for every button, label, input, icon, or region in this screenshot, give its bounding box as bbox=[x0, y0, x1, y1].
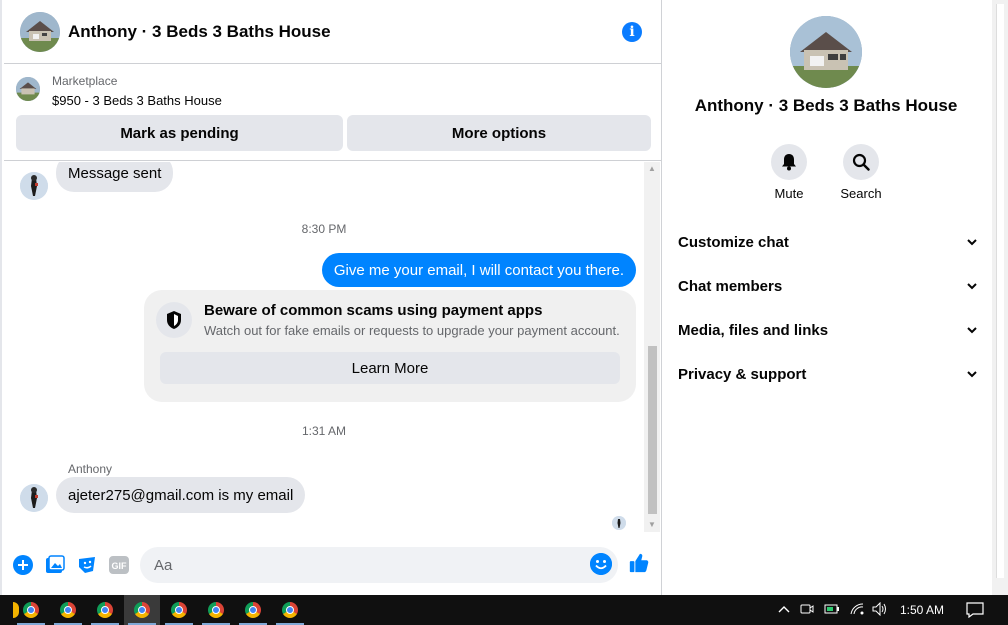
listing-title[interactable]: $950 - 3 Beds 3 Baths House bbox=[52, 93, 222, 108]
section-chat-members[interactable]: Chat members bbox=[678, 266, 978, 306]
section-privacy-support[interactable]: Privacy & support bbox=[678, 354, 978, 394]
like-icon[interactable] bbox=[628, 552, 650, 574]
gif-icon[interactable]: GIF bbox=[108, 554, 130, 576]
section-label: Chat members bbox=[678, 277, 783, 295]
chat-panel: Anthony · 3 Beds 3 Baths House i Marketp… bbox=[0, 0, 662, 595]
messenger-app: Anthony · 3 Beds 3 Baths House i Marketp… bbox=[0, 0, 1008, 595]
meet-now-icon[interactable] bbox=[800, 602, 814, 619]
section-label: Privacy & support bbox=[678, 365, 807, 383]
chevron-down-icon bbox=[967, 283, 977, 290]
section-label: Customize chat bbox=[678, 233, 789, 251]
message-thread: Message sent 8:30 PM Give me your email,… bbox=[4, 162, 644, 532]
section-customize-chat[interactable]: Customize chat bbox=[678, 222, 978, 262]
chat-title[interactable]: Anthony · 3 Beds 3 Baths House bbox=[68, 22, 331, 42]
message-composer: GIF bbox=[4, 540, 662, 590]
taskbar-chrome-8[interactable] bbox=[272, 595, 308, 625]
message-bubble-incoming[interactable]: ajeter275@gmail.com is my email bbox=[56, 477, 306, 513]
contact-avatar[interactable] bbox=[20, 172, 48, 200]
scroll-down-icon[interactable]: ▼ bbox=[648, 520, 656, 529]
scam-title: Beware of common scams using payment app… bbox=[204, 302, 543, 319]
chrome-icon bbox=[245, 602, 261, 618]
notification-icon[interactable] bbox=[966, 595, 984, 625]
chevron-down-icon bbox=[967, 327, 977, 334]
chevron-up-icon[interactable] bbox=[778, 603, 790, 617]
battery-icon[interactable] bbox=[824, 603, 840, 618]
marketplace-card: Marketplace $950 - 3 Beds 3 Baths House … bbox=[4, 65, 662, 161]
sender-name: Anthony bbox=[68, 462, 113, 476]
listing-thumbnail[interactable] bbox=[16, 77, 40, 101]
profile-picture[interactable] bbox=[790, 16, 862, 88]
thread-scrollbar[interactable]: ▲ ▼ bbox=[644, 162, 660, 532]
learn-more-button[interactable]: Learn More bbox=[160, 352, 620, 384]
search-icon bbox=[843, 144, 879, 180]
mark-pending-button[interactable]: Mark as pending bbox=[16, 115, 343, 151]
chrome-icon bbox=[134, 602, 150, 618]
taskbar-chrome-6[interactable] bbox=[198, 595, 234, 625]
photo-icon[interactable] bbox=[44, 554, 66, 576]
taskbar-chrome-5[interactable] bbox=[161, 595, 197, 625]
system-tray: 1:50 AM bbox=[778, 595, 944, 625]
page-scrollbar[interactable] bbox=[992, 0, 1008, 595]
conversation-info-panel: Anthony · 3 Beds 3 Baths House Mute Sear… bbox=[662, 0, 992, 595]
chat-header: Anthony · 3 Beds 3 Baths House i bbox=[4, 0, 662, 64]
taskbar-chrome-3[interactable] bbox=[87, 595, 123, 625]
mute-button[interactable]: Mute bbox=[759, 144, 819, 201]
profile-name: Anthony · 3 Beds 3 Baths House bbox=[694, 96, 958, 115]
chat-avatar[interactable] bbox=[20, 11, 60, 52]
taskbar-chrome-1[interactable] bbox=[13, 595, 49, 625]
timestamp: 1:31 AM bbox=[301, 424, 347, 438]
mute-label: Mute bbox=[774, 186, 804, 201]
wifi-icon[interactable] bbox=[850, 602, 864, 618]
message-bubble-outgoing[interactable]: Give me your email, I will contact you t… bbox=[321, 253, 636, 287]
info-icon[interactable]: i bbox=[622, 22, 642, 42]
marketplace-label: Marketplace bbox=[52, 74, 118, 88]
sticker-icon[interactable] bbox=[76, 554, 98, 576]
chrome-icon bbox=[60, 602, 76, 618]
shield-icon bbox=[156, 302, 192, 338]
scam-warning-card: Beware of common scams using payment app… bbox=[144, 290, 636, 402]
timestamp: 8:30 PM bbox=[301, 222, 347, 236]
emoji-icon[interactable] bbox=[590, 553, 612, 575]
chrome-icon bbox=[282, 602, 298, 618]
page-scroll-thumb[interactable] bbox=[996, 4, 1004, 578]
section-label: Media, files and links bbox=[678, 321, 829, 339]
chrome-icon bbox=[208, 602, 224, 618]
message-bubble-incoming[interactable]: Message sent bbox=[56, 162, 174, 192]
section-media-files-links[interactable]: Media, files and links bbox=[678, 310, 978, 350]
windows-taskbar: 1:50 AM bbox=[0, 595, 1008, 625]
scroll-up-icon[interactable]: ▲ bbox=[648, 164, 656, 173]
taskbar-chrome-2[interactable] bbox=[50, 595, 86, 625]
chrome-icon bbox=[171, 602, 187, 618]
clock-time[interactable]: 1:50 AM bbox=[900, 603, 944, 617]
chevron-down-icon bbox=[967, 239, 977, 246]
chrome-icon bbox=[97, 602, 113, 618]
more-options-button[interactable]: More options bbox=[347, 115, 651, 151]
bell-icon bbox=[771, 144, 807, 180]
read-receipt-avatar bbox=[612, 516, 626, 530]
search-button[interactable]: Search bbox=[831, 144, 891, 201]
chrome-icon bbox=[23, 602, 39, 618]
scam-description: Watch out for fake emails or requests to… bbox=[204, 323, 620, 338]
taskbar-chrome-4[interactable] bbox=[124, 595, 160, 625]
plus-icon[interactable] bbox=[12, 554, 34, 576]
message-input[interactable] bbox=[140, 547, 560, 583]
scroll-thumb[interactable] bbox=[648, 346, 657, 514]
contact-avatar[interactable] bbox=[20, 484, 48, 512]
message-input-wrap bbox=[140, 547, 618, 583]
svg-text:GIF: GIF bbox=[112, 561, 128, 571]
taskbar-chrome-7[interactable] bbox=[235, 595, 271, 625]
chevron-down-icon bbox=[967, 371, 977, 378]
volume-icon[interactable] bbox=[872, 601, 888, 619]
search-label: Search bbox=[840, 186, 882, 201]
